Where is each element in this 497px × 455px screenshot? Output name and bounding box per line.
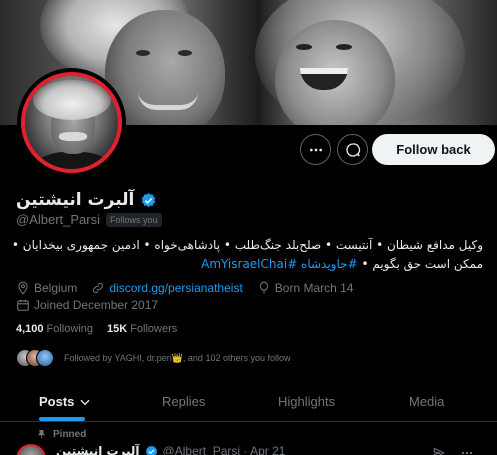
banner-art bbox=[296, 44, 312, 50]
following-count: 4,100 bbox=[16, 323, 44, 335]
verified-badge-icon bbox=[145, 445, 157, 455]
bio-text: ممکن است حق بگویم • bbox=[357, 257, 483, 271]
tab-label: Highlights bbox=[278, 394, 336, 409]
avatar bbox=[36, 349, 54, 367]
post-author-name[interactable]: آلبرت انیشتین bbox=[56, 444, 140, 455]
post-avatar[interactable] bbox=[16, 444, 46, 455]
profile-name: آلبرت انیشتین bbox=[16, 190, 135, 210]
avatar-art bbox=[59, 132, 87, 141]
website-link[interactable]: discord.gg/persianatheist bbox=[109, 281, 242, 295]
followed-by-avatars bbox=[16, 349, 56, 367]
post-header: آلبرت انیشتین @Albert_Parsi · Apr 21 bbox=[56, 444, 285, 455]
followed-by[interactable]: Followed by YAGHI, dr.peri👑, and 102 oth… bbox=[16, 349, 291, 367]
tab-replies[interactable]: Replies bbox=[162, 381, 205, 422]
website-item[interactable]: discord.gg/persianatheist bbox=[91, 281, 243, 295]
birthday-item: Born March 14 bbox=[257, 281, 354, 295]
joined-item: Joined December 2017 bbox=[16, 298, 158, 312]
profile-name-row: آلبرت انیشتین bbox=[16, 190, 157, 210]
birthday-text: Born March 14 bbox=[274, 281, 354, 295]
followed-by-text: Followed by YAGHI, dr.peri👑, and 102 oth… bbox=[64, 352, 291, 363]
link-icon bbox=[93, 282, 104, 294]
tab-label: Posts bbox=[39, 394, 75, 409]
tab-highlights[interactable]: Highlights bbox=[278, 381, 335, 422]
profile-bio: وکیل مدافع شیطان • آنتیست • صلح‌بلد جنگ‌… bbox=[11, 236, 483, 274]
pinned-indicator: Pinned bbox=[36, 429, 86, 440]
tab-posts[interactable]: Posts bbox=[39, 381, 92, 422]
more-icon[interactable] bbox=[460, 446, 474, 455]
following-link[interactable]: 4,100 Following bbox=[16, 323, 93, 335]
banner-art bbox=[178, 50, 192, 56]
profile-meta: Belgium discord.gg/persianatheist Born M… bbox=[16, 281, 361, 295]
follow-back-button[interactable]: Follow back bbox=[372, 134, 495, 165]
followers-label: Followers bbox=[130, 323, 178, 335]
calendar-icon bbox=[17, 299, 29, 311]
banner-art bbox=[138, 92, 198, 110]
tab-label: Media bbox=[409, 394, 445, 409]
location-icon bbox=[18, 281, 28, 295]
post-actions bbox=[432, 446, 474, 455]
bio-line: وکیل مدافع شیطان • آنتیست • صلح‌بلد جنگ‌… bbox=[11, 238, 483, 252]
post-author-handle[interactable]: @Albert_Parsi · Apr 21 bbox=[163, 444, 286, 455]
location-item: Belgium bbox=[16, 281, 77, 295]
grok-button[interactable] bbox=[337, 134, 368, 165]
active-tab-indicator bbox=[39, 417, 85, 421]
bio-hashtags[interactable]: #جاویدشاه #AmYisraelChai bbox=[201, 257, 358, 271]
profile-avatar[interactable] bbox=[17, 68, 126, 177]
avatar-art bbox=[35, 152, 111, 169]
chevron-down-icon bbox=[80, 399, 90, 405]
following-label: Following bbox=[46, 323, 93, 335]
balloon-icon bbox=[259, 281, 268, 294]
profile-tabs: Posts Replies Highlights Media bbox=[0, 381, 497, 422]
banner-art bbox=[336, 44, 352, 50]
grok-icon bbox=[345, 142, 360, 157]
more-button[interactable] bbox=[300, 134, 331, 165]
followers-count: 15K bbox=[107, 323, 128, 335]
share-icon[interactable] bbox=[432, 446, 446, 455]
joined-text: Joined December 2017 bbox=[34, 298, 159, 312]
tab-label: Replies bbox=[162, 394, 206, 409]
follows-you-badge: Follows you bbox=[106, 212, 162, 227]
handle-row: @Albert_Parsi Follows you bbox=[16, 212, 162, 227]
more-icon bbox=[309, 148, 322, 151]
follow-stats: 4,100 Following 15K Followers bbox=[16, 323, 177, 335]
profile-handle: @Albert_Parsi bbox=[16, 212, 101, 227]
pin-icon bbox=[38, 430, 45, 439]
bio-line: ممکن است حق بگویم • #جاویدشاه #AmYisrael… bbox=[13, 255, 483, 274]
tab-media[interactable]: Media bbox=[409, 381, 444, 422]
banner-art bbox=[136, 50, 150, 56]
avatar-art bbox=[33, 80, 111, 120]
verified-badge-icon[interactable] bbox=[140, 192, 157, 209]
pinned-label: Pinned bbox=[53, 429, 87, 440]
followers-link[interactable]: 15K Followers bbox=[107, 323, 177, 335]
location-text: Belgium bbox=[34, 281, 78, 295]
avatar-image bbox=[21, 72, 122, 173]
